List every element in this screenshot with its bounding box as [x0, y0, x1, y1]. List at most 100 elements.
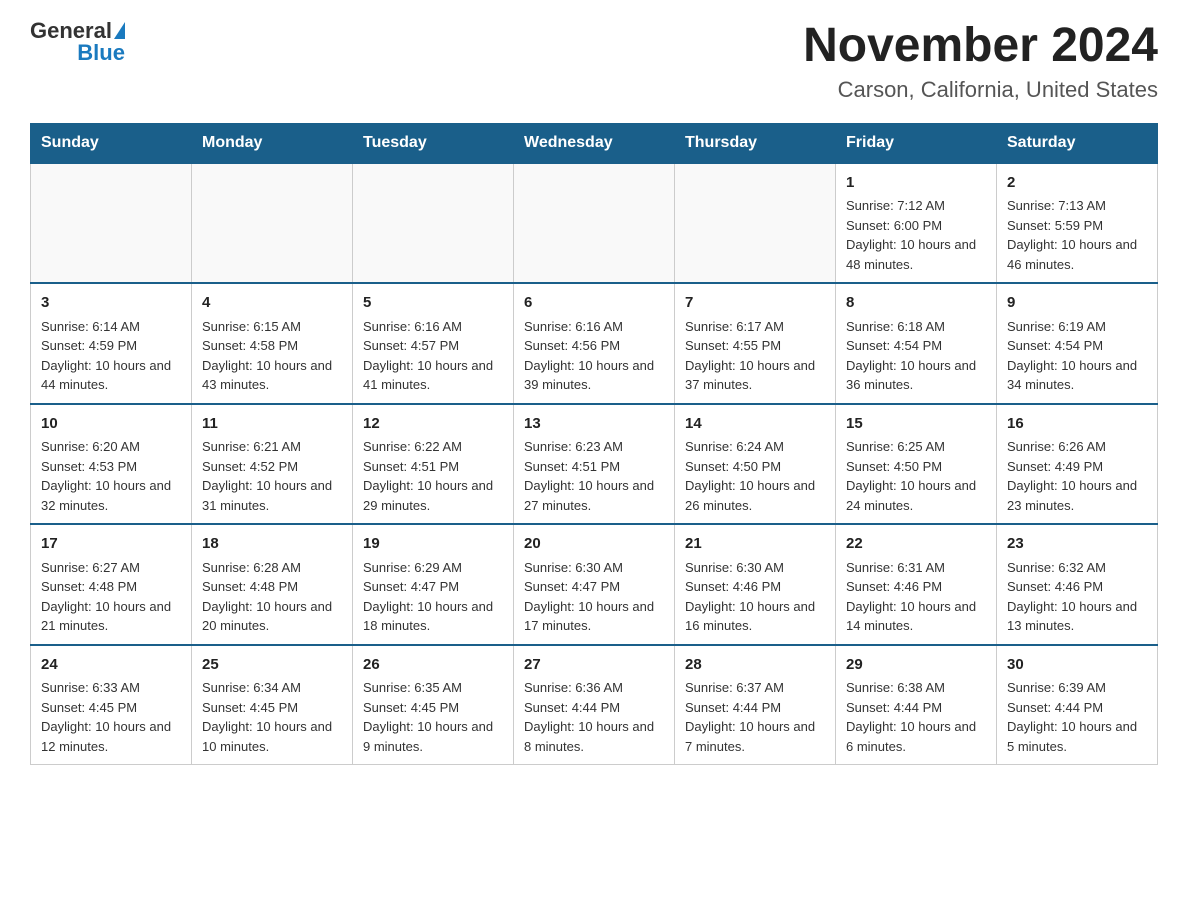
calendar-cell: 13Sunrise: 6:23 AMSunset: 4:51 PMDayligh… [514, 404, 675, 525]
calendar-cell: 10Sunrise: 6:20 AMSunset: 4:53 PMDayligh… [31, 404, 192, 525]
calendar-cell: 9Sunrise: 6:19 AMSunset: 4:54 PMDaylight… [997, 283, 1158, 404]
calendar-cell: 7Sunrise: 6:17 AMSunset: 4:55 PMDaylight… [675, 283, 836, 404]
calendar-cell: 17Sunrise: 6:27 AMSunset: 4:48 PMDayligh… [31, 524, 192, 645]
day-info: Sunrise: 7:12 AMSunset: 6:00 PMDaylight:… [846, 196, 986, 274]
title-block: November 2024 Carson, California, United… [803, 20, 1158, 103]
calendar-cell: 24Sunrise: 6:33 AMSunset: 4:45 PMDayligh… [31, 645, 192, 765]
calendar-cell: 27Sunrise: 6:36 AMSunset: 4:44 PMDayligh… [514, 645, 675, 765]
calendar-cell: 8Sunrise: 6:18 AMSunset: 4:54 PMDaylight… [836, 283, 997, 404]
calendar-week-row: 10Sunrise: 6:20 AMSunset: 4:53 PMDayligh… [31, 404, 1158, 525]
day-info: Sunrise: 6:37 AMSunset: 4:44 PMDaylight:… [685, 678, 825, 756]
calendar-cell: 18Sunrise: 6:28 AMSunset: 4:48 PMDayligh… [192, 524, 353, 645]
day-number: 19 [363, 533, 503, 556]
calendar-cell: 21Sunrise: 6:30 AMSunset: 4:46 PMDayligh… [675, 524, 836, 645]
calendar-cell [353, 163, 514, 284]
calendar-cell: 26Sunrise: 6:35 AMSunset: 4:45 PMDayligh… [353, 645, 514, 765]
day-of-week-header: Monday [192, 123, 353, 163]
day-info: Sunrise: 6:18 AMSunset: 4:54 PMDaylight:… [846, 317, 986, 395]
day-info: Sunrise: 6:24 AMSunset: 4:50 PMDaylight:… [685, 437, 825, 515]
day-info: Sunrise: 6:15 AMSunset: 4:58 PMDaylight:… [202, 317, 342, 395]
day-number: 20 [524, 533, 664, 556]
day-info: Sunrise: 6:30 AMSunset: 4:47 PMDaylight:… [524, 558, 664, 636]
day-info: Sunrise: 6:29 AMSunset: 4:47 PMDaylight:… [363, 558, 503, 636]
day-of-week-header: Sunday [31, 123, 192, 163]
days-of-week-row: SundayMondayTuesdayWednesdayThursdayFrid… [31, 123, 1158, 163]
day-info: Sunrise: 6:34 AMSunset: 4:45 PMDaylight:… [202, 678, 342, 756]
day-number: 12 [363, 413, 503, 436]
day-of-week-header: Wednesday [514, 123, 675, 163]
day-info: Sunrise: 6:27 AMSunset: 4:48 PMDaylight:… [41, 558, 181, 636]
calendar-cell: 12Sunrise: 6:22 AMSunset: 4:51 PMDayligh… [353, 404, 514, 525]
calendar-cell [514, 163, 675, 284]
calendar-cell: 30Sunrise: 6:39 AMSunset: 4:44 PMDayligh… [997, 645, 1158, 765]
day-number: 6 [524, 292, 664, 315]
calendar-cell: 28Sunrise: 6:37 AMSunset: 4:44 PMDayligh… [675, 645, 836, 765]
day-number: 16 [1007, 413, 1147, 436]
day-number: 21 [685, 533, 825, 556]
calendar-cell: 6Sunrise: 6:16 AMSunset: 4:56 PMDaylight… [514, 283, 675, 404]
day-info: Sunrise: 6:23 AMSunset: 4:51 PMDaylight:… [524, 437, 664, 515]
calendar-cell: 25Sunrise: 6:34 AMSunset: 4:45 PMDayligh… [192, 645, 353, 765]
day-number: 5 [363, 292, 503, 315]
calendar-cell: 1Sunrise: 7:12 AMSunset: 6:00 PMDaylight… [836, 163, 997, 284]
day-info: Sunrise: 6:32 AMSunset: 4:46 PMDaylight:… [1007, 558, 1147, 636]
calendar-cell: 5Sunrise: 6:16 AMSunset: 4:57 PMDaylight… [353, 283, 514, 404]
day-number: 4 [202, 292, 342, 315]
calendar-cell: 23Sunrise: 6:32 AMSunset: 4:46 PMDayligh… [997, 524, 1158, 645]
day-number: 14 [685, 413, 825, 436]
calendar-cell: 29Sunrise: 6:38 AMSunset: 4:44 PMDayligh… [836, 645, 997, 765]
day-info: Sunrise: 7:13 AMSunset: 5:59 PMDaylight:… [1007, 196, 1147, 274]
day-number: 13 [524, 413, 664, 436]
calendar-week-row: 3Sunrise: 6:14 AMSunset: 4:59 PMDaylight… [31, 283, 1158, 404]
day-number: 2 [1007, 172, 1147, 195]
day-number: 3 [41, 292, 181, 315]
day-info: Sunrise: 6:16 AMSunset: 4:57 PMDaylight:… [363, 317, 503, 395]
day-info: Sunrise: 6:22 AMSunset: 4:51 PMDaylight:… [363, 437, 503, 515]
day-number: 27 [524, 654, 664, 677]
day-info: Sunrise: 6:25 AMSunset: 4:50 PMDaylight:… [846, 437, 986, 515]
calendar-cell: 15Sunrise: 6:25 AMSunset: 4:50 PMDayligh… [836, 404, 997, 525]
day-of-week-header: Thursday [675, 123, 836, 163]
day-info: Sunrise: 6:35 AMSunset: 4:45 PMDaylight:… [363, 678, 503, 756]
logo-general: General [30, 20, 112, 42]
day-number: 28 [685, 654, 825, 677]
calendar-cell: 19Sunrise: 6:29 AMSunset: 4:47 PMDayligh… [353, 524, 514, 645]
day-number: 18 [202, 533, 342, 556]
calendar-table: SundayMondayTuesdayWednesdayThursdayFrid… [30, 123, 1158, 766]
day-number: 8 [846, 292, 986, 315]
calendar-week-row: 24Sunrise: 6:33 AMSunset: 4:45 PMDayligh… [31, 645, 1158, 765]
day-number: 7 [685, 292, 825, 315]
day-of-week-header: Tuesday [353, 123, 514, 163]
calendar-cell: 14Sunrise: 6:24 AMSunset: 4:50 PMDayligh… [675, 404, 836, 525]
day-info: Sunrise: 6:21 AMSunset: 4:52 PMDaylight:… [202, 437, 342, 515]
day-info: Sunrise: 6:26 AMSunset: 4:49 PMDaylight:… [1007, 437, 1147, 515]
day-number: 26 [363, 654, 503, 677]
day-number: 25 [202, 654, 342, 677]
day-info: Sunrise: 6:31 AMSunset: 4:46 PMDaylight:… [846, 558, 986, 636]
day-info: Sunrise: 6:19 AMSunset: 4:54 PMDaylight:… [1007, 317, 1147, 395]
day-number: 29 [846, 654, 986, 677]
day-info: Sunrise: 6:36 AMSunset: 4:44 PMDaylight:… [524, 678, 664, 756]
day-number: 17 [41, 533, 181, 556]
day-info: Sunrise: 6:33 AMSunset: 4:45 PMDaylight:… [41, 678, 181, 756]
calendar-week-row: 17Sunrise: 6:27 AMSunset: 4:48 PMDayligh… [31, 524, 1158, 645]
calendar-cell: 11Sunrise: 6:21 AMSunset: 4:52 PMDayligh… [192, 404, 353, 525]
calendar-cell: 3Sunrise: 6:14 AMSunset: 4:59 PMDaylight… [31, 283, 192, 404]
day-number: 10 [41, 413, 181, 436]
calendar-title: November 2024 [803, 20, 1158, 73]
day-number: 11 [202, 413, 342, 436]
calendar-cell: 22Sunrise: 6:31 AMSunset: 4:46 PMDayligh… [836, 524, 997, 645]
day-info: Sunrise: 6:28 AMSunset: 4:48 PMDaylight:… [202, 558, 342, 636]
day-number: 22 [846, 533, 986, 556]
calendar-subtitle: Carson, California, United States [803, 77, 1158, 103]
page-header: General Blue November 2024 Carson, Calif… [30, 20, 1158, 103]
calendar-header: SundayMondayTuesdayWednesdayThursdayFrid… [31, 123, 1158, 163]
day-of-week-header: Friday [836, 123, 997, 163]
day-number: 15 [846, 413, 986, 436]
day-info: Sunrise: 6:38 AMSunset: 4:44 PMDaylight:… [846, 678, 986, 756]
day-number: 30 [1007, 654, 1147, 677]
day-info: Sunrise: 6:14 AMSunset: 4:59 PMDaylight:… [41, 317, 181, 395]
logo: General Blue [30, 20, 125, 64]
day-info: Sunrise: 6:16 AMSunset: 4:56 PMDaylight:… [524, 317, 664, 395]
day-number: 9 [1007, 292, 1147, 315]
